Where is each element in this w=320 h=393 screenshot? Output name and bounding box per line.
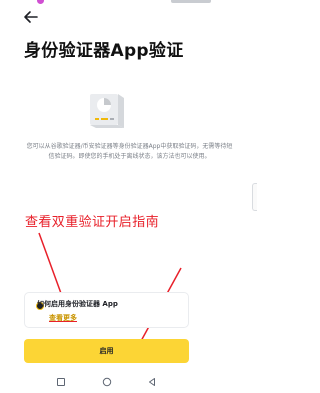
annotation-note: 查看双重验证开启指南 <box>25 215 160 230</box>
guide-title: 如何启用身份验证器 App <box>37 300 118 308</box>
status-icons <box>171 0 211 3</box>
square-icon <box>57 378 65 386</box>
circle-icon <box>102 377 112 387</box>
enable-button[interactable]: 启用 <box>24 339 189 363</box>
triangle-back-icon <box>149 378 155 386</box>
guide-card[interactable]: 如何启用身份验证器 App 查看更多 <box>24 292 189 328</box>
page-title: 身份验证器App验证 <box>24 41 184 61</box>
system-back-button[interactable] <box>146 376 158 388</box>
notification-icon <box>37 0 44 4</box>
system-nav-bar <box>0 372 257 393</box>
view-more-link[interactable]: 查看更多 <box>49 313 77 323</box>
home-button[interactable] <box>101 376 113 388</box>
authenticator-app-icon <box>88 94 126 128</box>
back-button[interactable] <box>23 10 39 24</box>
arrow-left-icon <box>24 11 38 23</box>
recents-button[interactable] <box>55 376 67 388</box>
side-handle[interactable] <box>252 183 257 211</box>
description-text: 您可以从谷歌验证器/币安验证器等身份验证器App中获取验证码，无需等待短信验证码… <box>26 143 233 160</box>
status-bar <box>0 0 257 6</box>
